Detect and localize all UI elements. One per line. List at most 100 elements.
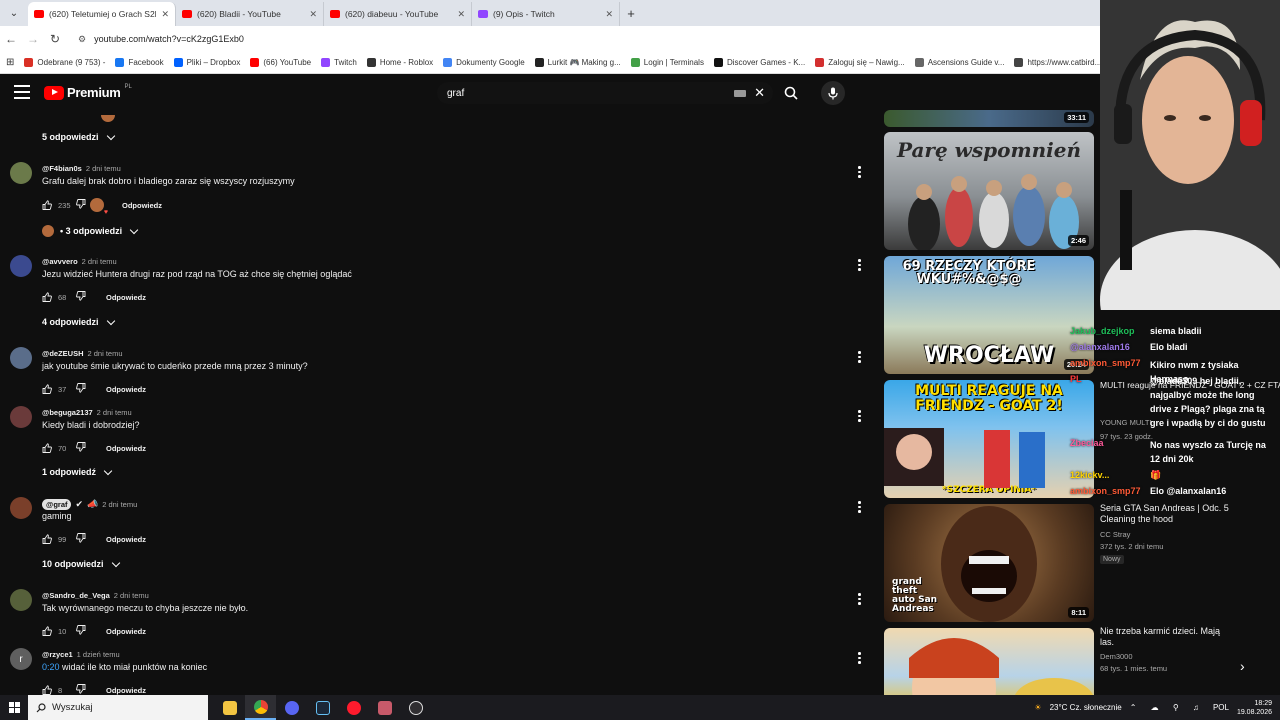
dislike-button[interactable] [76, 533, 94, 545]
more-options-icon[interactable] [858, 593, 862, 605]
comment-time[interactable]: 2 dni temu [82, 257, 117, 266]
comment-author[interactable]: @beguga2137 [42, 408, 93, 417]
more-options-icon[interactable] [858, 501, 862, 513]
apps-grid-icon[interactable]: ⊞ [6, 57, 14, 68]
avatar[interactable]: r [10, 648, 32, 670]
reply-button[interactable]: Odpowiedz [122, 201, 162, 210]
dislike-button[interactable] [76, 442, 94, 454]
windows-start-icon[interactable] [0, 695, 28, 720]
more-options-icon[interactable] [858, 351, 862, 363]
timestamp-link[interactable]: 0:20 [42, 662, 60, 672]
reply-button[interactable]: Odpowiedz [106, 627, 146, 636]
like-button[interactable]: 8 [42, 685, 76, 695]
video-thumbnail[interactable]: Parę wspomnień 2:46 [884, 132, 1094, 250]
photos-icon[interactable] [369, 695, 400, 720]
menu-icon[interactable] [14, 85, 30, 99]
forward-arrow-icon[interactable]: → [22, 32, 44, 46]
tab-search-button[interactable]: ⌄ [0, 0, 28, 26]
comment-author[interactable]: @rzyce1 [42, 650, 73, 659]
reply-button[interactable]: Odpowiedz [106, 535, 146, 544]
like-button[interactable]: 68 [42, 292, 76, 302]
like-button[interactable]: 235 [42, 200, 76, 210]
bookmark-item[interactable]: Lurkit 🎮 Making g... [534, 58, 621, 67]
like-button[interactable]: 10 [42, 626, 76, 636]
tray-icons[interactable]: ⌃ ☁ ⚲ ♫ [1130, 703, 1205, 712]
comment-time[interactable]: 2 dni temu [86, 164, 121, 173]
dislike-button[interactable] [76, 383, 94, 395]
search-box[interactable]: graf ✕ [437, 82, 773, 104]
search-icon[interactable] [776, 82, 806, 104]
replies-toggle[interactable]: 5 odpowiedzi [42, 131, 115, 142]
site-info-icon[interactable]: ⚙ [78, 34, 86, 45]
video-thumbnail[interactable]: 69 RZECZY KTÓRE WKU#%&@$@ WROCŁAW 20:24 [884, 256, 1094, 374]
bookmark-item[interactable]: Pliki – Dropbox [173, 58, 240, 67]
like-button[interactable]: 99 [42, 534, 76, 544]
reload-icon[interactable]: ↻ [44, 32, 66, 46]
avatar[interactable] [10, 497, 32, 519]
more-options-icon[interactable] [858, 410, 862, 422]
bookmark-item[interactable]: Dokumenty Google [443, 58, 525, 67]
avatar[interactable] [10, 162, 32, 184]
reply-button[interactable]: Odpowiedz [106, 444, 146, 453]
like-button[interactable]: 37 [42, 384, 76, 394]
obs-icon[interactable] [400, 695, 431, 720]
taskbar-search[interactable]: Wyszukaj [28, 695, 208, 720]
keyboard-icon[interactable] [734, 89, 747, 97]
channel-name[interactable]: CC Stray [1100, 530, 1130, 539]
video-thumbnail[interactable] [884, 628, 1094, 695]
chrome-icon[interactable] [245, 695, 276, 720]
chevron-right-icon[interactable]: › [1240, 658, 1245, 674]
clear-search-icon[interactable]: ✕ [754, 85, 765, 101]
dislike-button[interactable] [76, 291, 94, 303]
more-options-icon[interactable] [858, 652, 862, 664]
steam-icon[interactable] [307, 695, 338, 720]
tab-close-icon[interactable]: ✕ [457, 9, 465, 20]
weather-text[interactable]: 23°C Cz. słonecznie [1050, 703, 1122, 712]
replies-toggle[interactable]: • 3 odpowiedzi [42, 225, 139, 237]
comment-time[interactable]: 2 dni temu [97, 408, 132, 417]
comment-time[interactable]: 2 dni temu [102, 500, 137, 509]
replies-toggle[interactable]: 1 odpowiedź [42, 466, 113, 477]
bookmark-item[interactable]: Facebook [115, 58, 164, 67]
language-indicator[interactable]: POL [1213, 703, 1229, 712]
dislike-button[interactable] [76, 625, 94, 637]
bookmark-item[interactable]: Ascensions Guide v... [914, 58, 1004, 67]
bookmark-item[interactable]: Twitch [321, 58, 357, 67]
dislike-button[interactable] [76, 684, 94, 695]
more-options-icon[interactable] [858, 259, 862, 271]
avatar[interactable] [10, 589, 32, 611]
avatar[interactable] [10, 406, 32, 428]
search-input[interactable]: graf [447, 88, 734, 99]
bookmark-item[interactable]: Discover Games - K... [713, 58, 805, 67]
comment-time[interactable]: 1 dzień temu [77, 650, 120, 659]
microphone-icon[interactable] [821, 81, 845, 105]
comment-author[interactable]: @deZEUSH [42, 349, 83, 358]
more-options-icon[interactable] [858, 166, 862, 178]
tab-close-icon[interactable]: ✕ [605, 9, 613, 20]
like-button[interactable]: 70 [42, 443, 76, 453]
bookmark-item[interactable]: Login | Terminals [630, 58, 704, 67]
bookmark-item[interactable]: https://www.catbird... [1014, 58, 1100, 67]
bookmark-item[interactable]: Zaloguj się – Nawig... [815, 58, 905, 67]
reply-button[interactable]: Odpowiedz [106, 293, 146, 302]
avatar[interactable] [10, 255, 32, 277]
video-title[interactable]: Nie trzeba karmić dzieci. Mają las. [1100, 626, 1230, 648]
reply-button[interactable]: Odpowiedz [106, 385, 146, 394]
comment-author[interactable]: @F4bian0s [42, 164, 82, 173]
video-thumbnail[interactable]: MULTI REAGUJE NA FRIENDZ - GOAT 2! *SZCZ… [884, 380, 1094, 498]
youtube-premium-logo[interactable]: Premium PL [44, 84, 132, 100]
bookmark-item[interactable]: Odebrane (9 753) - [24, 58, 105, 67]
tab-close-icon[interactable]: ✕ [309, 9, 317, 20]
replies-toggle[interactable]: 4 odpowiedzi [42, 316, 115, 327]
reply-button[interactable]: Odpowiedz [106, 686, 146, 695]
discord-icon[interactable] [276, 695, 307, 720]
tab-bladii[interactable]: (620) Bladii - YouTube ✕ [176, 2, 324, 26]
video-thumbnail[interactable]: 33:11 [884, 110, 1094, 127]
address-bar[interactable]: ⚙ youtube.com/watch?v=cK2zgG1Exb0 [72, 29, 1082, 49]
opera-icon[interactable] [338, 695, 369, 720]
bookmark-item[interactable]: (66) YouTube [250, 58, 311, 67]
comment-author[interactable]: @avvvero [42, 257, 78, 266]
comment-time[interactable]: 2 dni temu [87, 349, 122, 358]
back-arrow-icon[interactable]: ← [0, 32, 22, 46]
new-tab-button[interactable]: + [620, 2, 642, 26]
